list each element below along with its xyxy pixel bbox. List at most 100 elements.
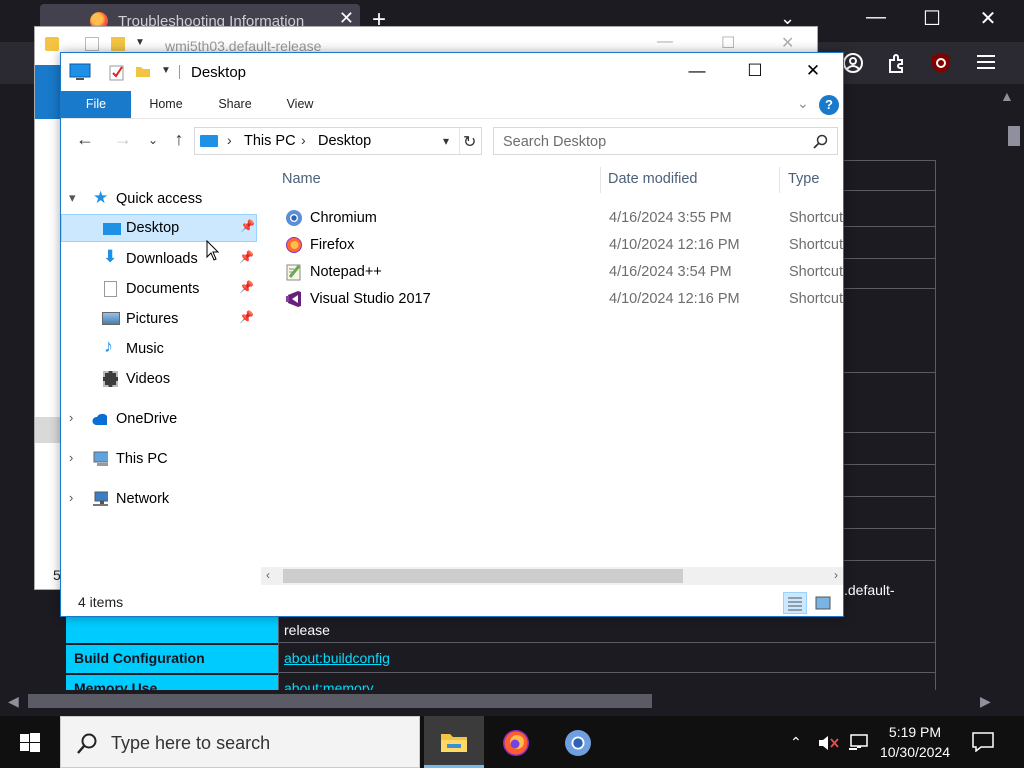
taskbar-chromium[interactable]: [548, 716, 608, 768]
minimize-button[interactable]: —: [668, 53, 726, 91]
file-explorer-window[interactable]: ▼ Desktop — ☐ ✕ File Home Share View ⌄ ?…: [60, 52, 844, 617]
memory-link[interactable]: about:memory: [284, 680, 373, 690]
file-date: 4/16/2024 3:55 PM: [609, 210, 732, 226]
extensions-icon[interactable]: [886, 52, 908, 74]
forward-button[interactable]: →: [113, 129, 133, 150]
column-header-date[interactable]: Date modified: [608, 171, 697, 187]
speaker-muted-icon[interactable]: [818, 735, 840, 751]
buildconfig-link[interactable]: about:buildconfig: [284, 650, 390, 666]
browser-horizontal-scrollbar[interactable]: [0, 690, 1004, 710]
browser-vertical-scrollbar[interactable]: [1004, 84, 1024, 696]
search-input[interactable]: Search Desktop: [503, 134, 606, 150]
chevron-down-icon[interactable]: ▼: [135, 37, 145, 51]
file-type: Shortcut: [789, 210, 843, 226]
nav-item-desktop[interactable]: Desktop 📌: [61, 214, 257, 242]
scroll-thumb[interactable]: [1008, 126, 1020, 146]
browser-close-button[interactable]: ✕: [968, 6, 1008, 31]
nav-label: Network: [116, 491, 170, 507]
nav-item-documents[interactable]: Documents 📌: [61, 275, 257, 303]
file-row-firefox[interactable]: Firefox 4/10/2024 12:16 PM Shortcut: [281, 232, 843, 259]
chevron-right-icon[interactable]: ›: [69, 490, 73, 505]
tab-home[interactable]: Home: [135, 91, 197, 118]
column-header-name[interactable]: Name: [282, 171, 321, 187]
column-separator[interactable]: [600, 167, 601, 193]
maximize-button[interactable]: ☐: [721, 33, 735, 53]
network-icon[interactable]: [848, 734, 870, 752]
breadcrumb-desktop[interactable]: Desktop: [318, 133, 371, 149]
file-type: Shortcut: [789, 264, 843, 280]
up-button[interactable]: ↑: [169, 129, 189, 150]
ribbon-file-tab[interactable]: [35, 65, 62, 119]
back-button[interactable]: ←: [75, 129, 95, 150]
chevron-right-icon[interactable]: ›: [227, 132, 232, 148]
tab-file[interactable]: File: [61, 91, 131, 118]
search-box[interactable]: Search Desktop: [493, 127, 838, 155]
taskbar-file-explorer[interactable]: [424, 716, 484, 768]
minimize-button[interactable]: —: [657, 33, 673, 51]
nav-item-downloads[interactable]: ⬇ Downloads 📌: [61, 245, 257, 273]
nav-item-network[interactable]: › Network: [61, 485, 257, 513]
scroll-thumb[interactable]: [283, 569, 683, 583]
large-icons-view-button[interactable]: [811, 592, 835, 614]
browser-maximize-button[interactable]: ☐: [912, 6, 952, 31]
tab-share[interactable]: Share: [205, 91, 265, 118]
file-row-chromium[interactable]: Chromium 4/16/2024 3:55 PM Shortcut: [281, 205, 843, 232]
browser-minimize-button[interactable]: —: [856, 6, 896, 29]
scroll-left-icon[interactable]: ◀: [8, 693, 19, 710]
recent-locations-chevron-icon[interactable]: ⌄: [143, 133, 163, 147]
menu-icon[interactable]: [976, 53, 996, 71]
nav-item-videos[interactable]: Videos: [61, 365, 257, 393]
chevron-right-icon[interactable]: ›: [69, 410, 73, 425]
start-button[interactable]: [0, 716, 60, 768]
taskbar-firefox[interactable]: [486, 716, 546, 768]
navigation-pane: ▾ ★ Quick access Desktop 📌 ⬇ Downloads 📌…: [61, 163, 271, 563]
properties-icon[interactable]: [109, 63, 125, 81]
details-view-button[interactable]: [783, 592, 807, 614]
documents-icon: [104, 281, 117, 297]
nav-item-onedrive[interactable]: › OneDrive: [61, 405, 257, 433]
chevron-down-icon[interactable]: ▾: [69, 190, 76, 206]
scroll-right-icon[interactable]: ›: [834, 568, 838, 582]
title-bar[interactable]: ▼ Desktop — ☐ ✕: [61, 53, 843, 91]
nav-item-this-pc[interactable]: › This PC: [61, 445, 257, 473]
chevron-right-icon[interactable]: ›: [301, 132, 306, 148]
scroll-right-icon[interactable]: ▶: [980, 693, 991, 710]
expand-ribbon-chevron-icon[interactable]: ⌄: [797, 95, 809, 112]
close-button[interactable]: ✕: [781, 33, 794, 53]
chevron-right-icon[interactable]: ›: [69, 450, 73, 465]
taskbar-search-box[interactable]: Type here to search: [60, 716, 420, 768]
refresh-icon[interactable]: ↻: [463, 132, 476, 152]
maximize-button[interactable]: ☐: [726, 53, 784, 91]
onedrive-cloud-icon: [92, 413, 107, 425]
new-folder-icon[interactable]: [135, 64, 151, 78]
mouse-cursor-icon: [206, 240, 220, 261]
horizontal-scrollbar[interactable]: ‹ ›: [261, 567, 843, 585]
file-row-visual-studio[interactable]: Visual Studio 2017 4/10/2024 12:16 PM Sh…: [281, 286, 843, 313]
column-header-type[interactable]: Type: [788, 171, 819, 187]
breadcrumb-this-pc[interactable]: This PC: [244, 133, 296, 149]
file-row-notepadpp[interactable]: Notepad++ 4/16/2024 3:54 PM Shortcut: [281, 259, 843, 286]
address-bar[interactable]: › This PC › Desktop ▾ ↻: [194, 127, 482, 155]
scroll-left-icon[interactable]: ‹: [266, 568, 270, 582]
address-dropdown-icon[interactable]: ▾: [443, 134, 449, 148]
scroll-up-icon[interactable]: ▲: [1000, 88, 1014, 104]
download-arrow-icon: ⬇: [103, 247, 118, 266]
close-button[interactable]: ✕: [784, 53, 842, 91]
ublock-icon[interactable]: [930, 51, 952, 75]
taskbar-search-input[interactable]: Type here to search: [111, 733, 270, 754]
details-view-icon: [788, 597, 802, 611]
account-icon[interactable]: [842, 52, 864, 74]
customize-toolbar-chevron-icon[interactable]: ▼: [161, 65, 171, 76]
show-hidden-icons-chevron-icon[interactable]: ⌃: [790, 734, 802, 751]
tab-view[interactable]: View: [273, 91, 327, 118]
notification-center-icon[interactable]: [972, 732, 994, 752]
nav-item-pictures[interactable]: Pictures 📌: [61, 305, 257, 333]
taskbar-clock[interactable]: 5:19 PM 10/30/2024: [870, 722, 960, 762]
nav-item-quick-access[interactable]: ▾ ★ Quick access: [61, 185, 257, 213]
help-button[interactable]: ?: [819, 95, 839, 115]
search-icon: [813, 134, 828, 149]
nav-item-music[interactable]: ♪ Music: [61, 335, 257, 363]
nav-selection: [35, 417, 62, 443]
column-separator[interactable]: [779, 167, 780, 193]
scroll-thumb[interactable]: [28, 694, 652, 708]
